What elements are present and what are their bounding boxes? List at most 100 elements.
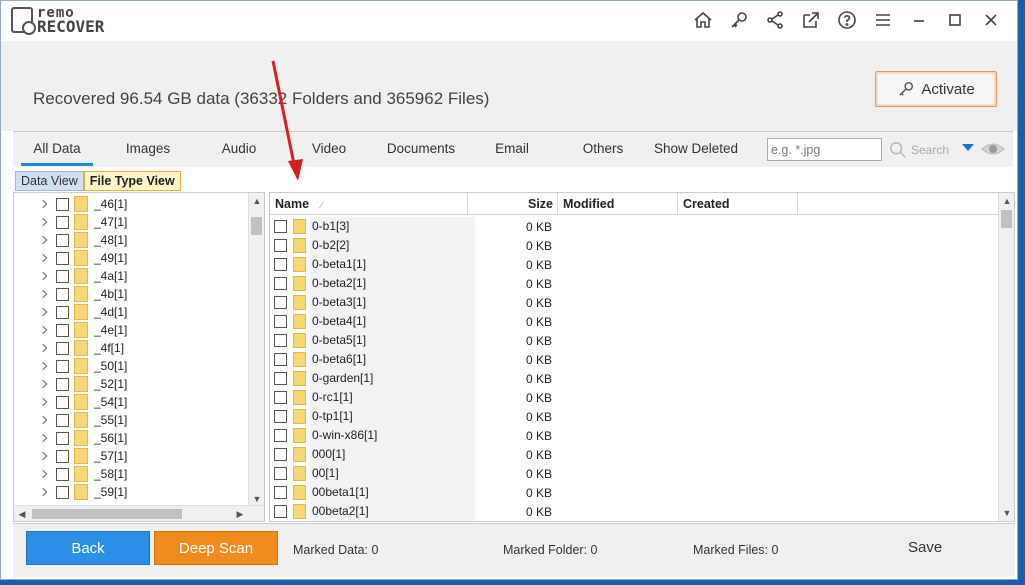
scroll-thumb[interactable]	[32, 509, 182, 519]
tree-item[interactable]: _4b[1]	[14, 285, 248, 303]
chevron-right-icon[interactable]	[38, 325, 48, 335]
tree-item[interactable]: _4a[1]	[14, 267, 248, 285]
file-row-checkbox[interactable]	[274, 410, 287, 423]
file-row[interactable]: 0-beta6[1] 0 KB	[270, 350, 998, 369]
chevron-right-icon[interactable]	[38, 469, 48, 479]
chevron-right-icon[interactable]	[38, 289, 48, 299]
tree-item[interactable]: _4e[1]	[14, 321, 248, 339]
tree-item-checkbox[interactable]	[56, 341, 69, 355]
tree-item-checkbox[interactable]	[56, 413, 69, 427]
file-row-checkbox[interactable]	[274, 315, 287, 328]
tree-item[interactable]: _55[1]	[14, 411, 248, 429]
chevron-right-icon[interactable]	[38, 487, 48, 497]
chevron-right-icon[interactable]	[38, 379, 48, 389]
file-row[interactable]: 0-beta1[1] 0 KB	[270, 255, 998, 274]
file-row[interactable]: 00beta2[1] 0 KB	[270, 502, 998, 521]
file-row-checkbox[interactable]	[274, 448, 287, 461]
scroll-left-icon[interactable]: ◀	[14, 506, 30, 521]
tree-item[interactable]: _52[1]	[14, 375, 248, 393]
file-row[interactable]: 000[1] 0 KB	[270, 445, 998, 464]
tree-item[interactable]: _57[1]	[14, 447, 248, 465]
chevron-right-icon[interactable]	[38, 307, 48, 317]
help-icon[interactable]	[829, 7, 865, 33]
chevron-right-icon[interactable]	[38, 253, 48, 263]
file-row-checkbox[interactable]	[274, 258, 287, 271]
tree-item-checkbox[interactable]	[56, 449, 69, 463]
scroll-thumb[interactable]	[1001, 210, 1012, 228]
tree-item-checkbox[interactable]	[56, 395, 69, 409]
tree-item-checkbox[interactable]	[56, 215, 69, 229]
tree-item-checkbox[interactable]	[56, 467, 69, 481]
tree-item-checkbox[interactable]	[56, 359, 69, 373]
tab-images[interactable]: Images	[113, 132, 183, 166]
export-icon[interactable]	[793, 7, 829, 33]
file-row[interactable]: 0-beta2[1] 0 KB	[270, 274, 998, 293]
activate-button[interactable]: Activate	[875, 71, 997, 107]
eye-icon[interactable]	[981, 138, 1005, 160]
chevron-right-icon[interactable]	[38, 397, 48, 407]
file-row[interactable]: 0-tp1[1] 0 KB	[270, 407, 998, 426]
file-row[interactable]: 0-b2[2] 0 KB	[270, 236, 998, 255]
maximize-icon[interactable]	[937, 7, 973, 33]
tab-email[interactable]: Email	[483, 132, 541, 166]
file-row-checkbox[interactable]	[274, 486, 287, 499]
filter-input[interactable]	[767, 138, 882, 161]
tree-item-checkbox[interactable]	[56, 233, 69, 247]
scroll-down-icon[interactable]: ▼	[999, 505, 1014, 521]
chevron-right-icon[interactable]	[38, 199, 48, 209]
scroll-right-icon[interactable]: ▶	[232, 506, 248, 521]
tab-video[interactable]: Video	[299, 132, 359, 166]
file-row[interactable]: 0-beta3[1] 0 KB	[270, 293, 998, 312]
column-modified[interactable]: Modified	[558, 193, 678, 215]
chevron-right-icon[interactable]	[38, 271, 48, 281]
save-button[interactable]: Save	[908, 539, 942, 556]
chevron-right-icon[interactable]	[38, 235, 48, 245]
file-row[interactable]: 0-garden[1] 0 KB	[270, 369, 998, 388]
chevron-right-icon[interactable]	[38, 415, 48, 425]
file-row-checkbox[interactable]	[274, 467, 287, 480]
file-row-checkbox[interactable]	[274, 372, 287, 385]
tree-item[interactable]: _50[1]	[14, 357, 248, 375]
tab-audio[interactable]: Audio	[208, 132, 270, 166]
chevron-right-icon[interactable]	[38, 451, 48, 461]
search-button[interactable]: Search	[889, 139, 949, 161]
tree-item-checkbox[interactable]	[56, 377, 69, 391]
tree-item[interactable]: _4f[1]	[14, 339, 248, 357]
column-size[interactable]: Size	[468, 193, 558, 215]
chevron-right-icon[interactable]	[38, 343, 48, 353]
tree-item-checkbox[interactable]	[56, 485, 69, 499]
file-row-checkbox[interactable]	[274, 429, 287, 442]
file-row-checkbox[interactable]	[274, 391, 287, 404]
tree-vertical-scrollbar[interactable]: ▲ ▼	[248, 193, 264, 507]
file-row[interactable]: 0-beta5[1] 0 KB	[270, 331, 998, 350]
scroll-up-icon[interactable]: ▲	[249, 193, 264, 209]
file-row[interactable]: 00beta1[1] 0 KB	[270, 483, 998, 502]
column-created[interactable]: Created	[678, 193, 798, 215]
chevron-right-icon[interactable]	[38, 361, 48, 371]
file-row[interactable]: 0-win-x86[1] 0 KB	[270, 426, 998, 445]
deep-scan-button[interactable]: Deep Scan	[154, 531, 278, 565]
tree-item[interactable]: _49[1]	[14, 249, 248, 267]
tree-item[interactable]: _4d[1]	[14, 303, 248, 321]
list-vertical-scrollbar[interactable]: ▲ ▼	[998, 193, 1014, 521]
tree-item[interactable]: _48[1]	[14, 231, 248, 249]
scroll-thumb[interactable]	[251, 217, 262, 235]
share-icon[interactable]	[757, 7, 793, 33]
tab-file-type-view[interactable]: File Type View	[83, 171, 181, 191]
file-row[interactable]: 0-rc1[1] 0 KB	[270, 388, 998, 407]
tree-horizontal-scrollbar[interactable]: ◀ ▶	[14, 505, 264, 521]
tree-item-checkbox[interactable]	[56, 197, 69, 211]
home-icon[interactable]	[685, 7, 721, 33]
file-row[interactable]: 0-b1[3] 0 KB	[270, 217, 998, 236]
file-row[interactable]: 0-beta4[1] 0 KB	[270, 312, 998, 331]
tree-item[interactable]: _46[1]	[14, 195, 248, 213]
minimize-icon[interactable]	[901, 7, 937, 33]
tab-show-deleted[interactable]: Show Deleted	[649, 132, 743, 166]
tree-item[interactable]: _56[1]	[14, 429, 248, 447]
scroll-up-icon[interactable]: ▲	[999, 193, 1014, 209]
menu-icon[interactable]	[865, 7, 901, 33]
tree-item-checkbox[interactable]	[56, 323, 69, 337]
file-row-checkbox[interactable]	[274, 353, 287, 366]
key-icon[interactable]	[721, 7, 757, 33]
tree-item-checkbox[interactable]	[56, 305, 69, 319]
